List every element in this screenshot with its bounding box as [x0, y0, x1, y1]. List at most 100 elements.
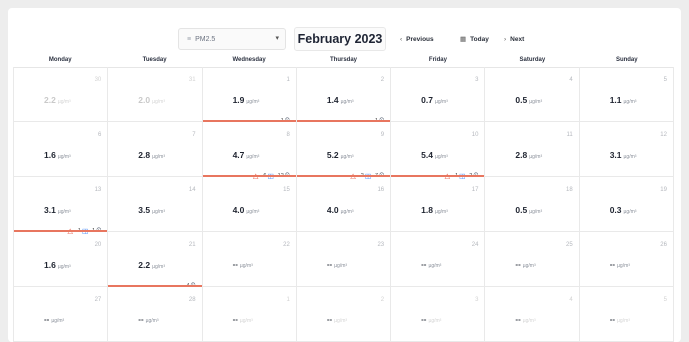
calendar-day-cell[interactable]: 95.2µg/m³△2◫7⏲ [296, 122, 392, 180]
calendar-day-cell[interactable]: 30 2.2 µg/m³ [14, 67, 109, 122]
weekday-header: Thursday [296, 54, 391, 68]
daily-value-number: 2.0 [138, 95, 151, 105]
calendar-day-cell[interactable]: 19 0.3 µg/m³ [579, 177, 674, 232]
day-number: 12 [660, 132, 667, 138]
daily-value-number: -- [326, 260, 333, 269]
calendar-day-cell[interactable]: 15 4.0 µg/m³ [202, 177, 297, 232]
day-number: 8 [286, 132, 290, 138]
calendar-day-cell[interactable]: 26 -- µg/m³ [579, 232, 674, 287]
daily-value: 1.6 µg/m³ [44, 150, 71, 160]
daily-value-number: 2.8 [138, 150, 151, 160]
calendar-day-cell[interactable]: 2 -- µg/m³ [296, 287, 392, 342]
daily-value-number: -- [609, 260, 616, 269]
calendar-day-cell[interactable]: 25 -- µg/m³ [485, 232, 580, 287]
day-number: 11 [566, 132, 573, 138]
daily-value-number: 0.5 [515, 95, 528, 105]
calendar-day-cell[interactable]: 31 2.0 µg/m³ [108, 67, 203, 122]
pollutant-select[interactable]: ≡ PM2.5 ▾ [178, 28, 286, 50]
calendar-day-cell[interactable]: 11.9µg/m³1⏲ [202, 67, 297, 124]
calendar-day-cell[interactable]: 14 3.5 µg/m³ [108, 177, 203, 232]
calendar-day-cell[interactable]: 6 1.6 µg/m³ [14, 122, 109, 177]
value-unit: µg/m³ [57, 209, 71, 215]
daily-value-number: 2.2 [138, 260, 151, 270]
daily-value-number: -- [421, 315, 427, 324]
calendar-day-cell[interactable]: 7 2.8 µg/m³ [108, 122, 203, 177]
daily-value-number: 1.1 [609, 95, 622, 105]
calendar-day-cell[interactable]: 16 4.0 µg/m³ [296, 177, 392, 232]
value-unit: µg/m³ [434, 99, 448, 105]
calendar-day-cell[interactable]: 3 0.7 µg/m³ [391, 67, 486, 122]
calendar-day-cell[interactable]: 105.4µg/m³△1◫2⏲ [391, 122, 486, 180]
calendar-day-cell[interactable]: 18 0.5 µg/m³ [485, 177, 580, 232]
value-unit: µg/m³ [428, 318, 442, 324]
value-unit: µg/m³ [434, 154, 448, 160]
calendar-day-cell[interactable]: 17 1.8 µg/m³ [391, 177, 486, 232]
daily-value: 1.1 µg/m³ [610, 95, 637, 105]
daily-value-number: -- [515, 260, 521, 269]
day-number: 5 [663, 297, 667, 303]
calendar-day-cell[interactable]: 20 1.6 µg/m³ [14, 232, 109, 287]
weekday-header: Tuesday [107, 54, 202, 68]
weekday-header-row: Monday Tuesday Wednesday Thursday Friday Satu… [13, 54, 674, 68]
day-number: 30 [94, 77, 102, 83]
calendar-card: ≡ PM2.5 ▾ February 2023 ‹ Previous ▦ Tod… [8, 8, 681, 342]
today-label: Today [470, 35, 489, 43]
value-unit: µg/m³ [340, 209, 354, 215]
day-number: 31 [188, 77, 196, 83]
calendar-day-cell[interactable]: 133.1µg/m³△1◫1⏲ [14, 177, 109, 235]
daily-value: 2.8 µg/m³ [515, 150, 542, 160]
daily-value: 5.4 µg/m³ [421, 150, 448, 160]
calendar-icon: ▦ [460, 36, 467, 43]
value-unit: µg/m³ [152, 99, 165, 105]
previous-button[interactable]: ‹ Previous [400, 32, 434, 46]
daily-value-number: 2.2 [44, 95, 56, 105]
calendar-day-cell[interactable]: 21.4µg/m³1⏲ [296, 67, 392, 124]
weekday-header: Saturday [485, 54, 580, 68]
daily-value-number: 0.5 [515, 205, 528, 215]
value-unit: µg/m³ [57, 154, 71, 160]
day-number: 4 [569, 297, 573, 303]
daily-value-number: 4.0 [232, 205, 245, 215]
calendar-day-cell[interactable]: 24 -- µg/m³ [391, 232, 486, 287]
calendar-day-cell[interactable]: 5 1.1 µg/m³ [579, 67, 674, 122]
value-unit: µg/m³ [152, 264, 165, 270]
calendar-day-cell[interactable]: 12 3.1 µg/m³ [579, 122, 674, 177]
day-number: 23 [377, 242, 385, 248]
day-number: 19 [660, 187, 667, 193]
daily-value-number: 4.7 [232, 150, 245, 160]
weekday-header: Monday [13, 54, 108, 68]
daily-value: 5.2 µg/m³ [327, 150, 354, 160]
value-unit: µg/m³ [522, 263, 536, 269]
daily-value: 0.5 µg/m³ [515, 205, 542, 215]
calendar-day-cell[interactable]: 212.2µg/m³4⏲ [108, 232, 203, 289]
next-button[interactable]: › Next [504, 32, 524, 46]
calendar-day-cell[interactable]: 4 -- µg/m³ [485, 287, 580, 342]
today-button[interactable]: ▦ Today [460, 32, 489, 46]
daily-value: 4.7 µg/m³ [233, 150, 260, 160]
chevron-right-icon: › [504, 35, 507, 43]
calendar-day-cell[interactable]: 5 -- µg/m³ [579, 287, 674, 342]
daily-value: 3.5 µg/m³ [138, 205, 165, 215]
calendar-day-cell[interactable]: 4 0.5 µg/m³ [485, 67, 580, 122]
calendar-day-cell[interactable]: 22 -- µg/m³ [202, 232, 297, 287]
calendar-day-cell[interactable]: 84.7µg/m³△6◫12⏲ [202, 122, 297, 180]
calendar-day-cell[interactable]: 23 -- µg/m³ [296, 232, 392, 287]
day-number: 2 [380, 77, 385, 83]
daily-value-number: -- [232, 315, 238, 324]
daily-value: -- µg/m³ [233, 260, 253, 269]
daily-value: -- µg/m³ [610, 260, 630, 269]
daily-value-number: 3.5 [138, 205, 151, 215]
calendar-day-cell[interactable]: 1 -- µg/m³ [202, 287, 297, 342]
day-number: 26 [660, 242, 667, 248]
daily-value-number: 1.6 [44, 260, 56, 270]
daily-value: -- µg/m³ [44, 315, 64, 324]
daily-value: -- µg/m³ [515, 260, 535, 269]
daily-value: 3.1 µg/m³ [44, 205, 71, 215]
calendar-day-cell[interactable]: 3 -- µg/m³ [391, 287, 486, 342]
daily-value: 4.0 µg/m³ [233, 205, 260, 215]
day-number: 16 [377, 187, 385, 193]
calendar-day-cell[interactable]: 28 -- µg/m³ [108, 287, 203, 342]
daily-value: 1.6 µg/m³ [44, 260, 71, 270]
calendar-day-cell[interactable]: 11 2.8 µg/m³ [485, 122, 580, 177]
calendar-day-cell[interactable]: 27 -- µg/m³ [14, 287, 109, 342]
